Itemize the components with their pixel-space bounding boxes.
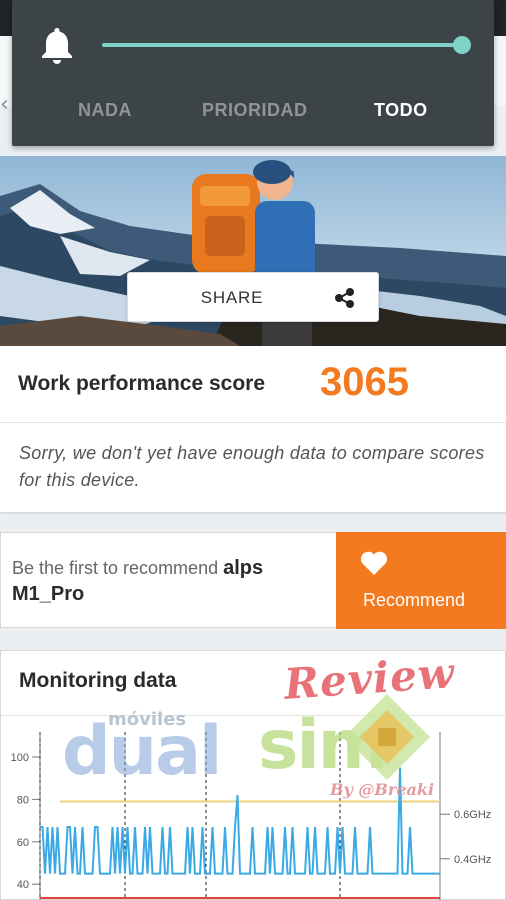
- volume-slider-track[interactable]: [102, 43, 462, 47]
- divider: [0, 422, 506, 423]
- score-title: Work performance score: [18, 372, 266, 395]
- volume-slider-thumb[interactable]: [453, 36, 471, 54]
- right-tick-label: 0.4GHz: [454, 854, 491, 866]
- interruption-panel: NADA PRIORIDAD TODO: [12, 0, 494, 146]
- tab-todo[interactable]: TODO: [374, 100, 428, 121]
- monitoring-title: Monitoring data: [19, 669, 177, 692]
- watermark-by-text: By @Breaki: [330, 780, 435, 799]
- recommend-prefix: Be the first to recommend: [12, 558, 224, 578]
- recommend-button-label: Recommend: [362, 590, 466, 610]
- score-value: 3065: [320, 360, 409, 404]
- y-tick-label: 60: [17, 837, 29, 849]
- bell-icon[interactable]: [40, 26, 74, 64]
- share-icon: [335, 288, 354, 308]
- score-note: Sorry, we don't yet have enough data to …: [19, 443, 485, 490]
- tab-prioridad[interactable]: PRIORIDAD: [202, 100, 308, 121]
- right-tick-label: 0.6GHz: [454, 809, 491, 821]
- y-tick-label: 100: [11, 752, 29, 764]
- y-tick-label: 40: [17, 879, 29, 891]
- sim-card-logo: [344, 694, 430, 780]
- score-card: Work performance score 3065 Sorry, we do…: [0, 346, 506, 512]
- recommend-text: Be the first to recommend alps M1_Pro: [12, 555, 332, 607]
- recommend-card: Be the first to recommend alps M1_Pro Re…: [0, 532, 506, 629]
- watermark-dual-text: dual: [62, 712, 222, 791]
- recommend-button[interactable]: Recommend: [336, 532, 506, 629]
- tab-nada[interactable]: NADA: [78, 100, 132, 121]
- share-label: SHARE: [200, 288, 264, 307]
- y-tick-label: 80: [17, 794, 29, 806]
- heart-icon: [360, 551, 388, 575]
- share-button[interactable]: SHARE: [127, 272, 379, 322]
